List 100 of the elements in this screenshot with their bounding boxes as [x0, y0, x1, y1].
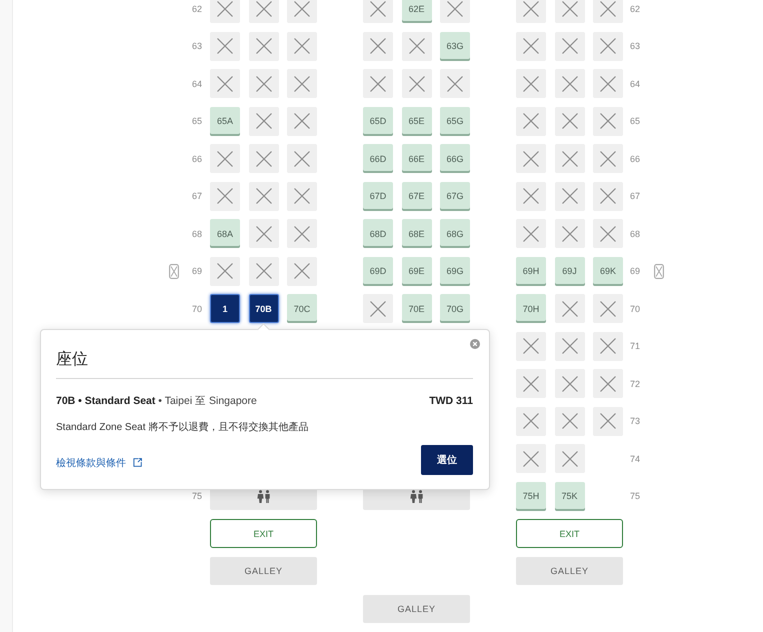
seat-button[interactable]: 66D	[363, 144, 393, 174]
seat-button[interactable]: 67E	[402, 182, 432, 211]
restroom-icon	[410, 490, 424, 503]
row-number: 72	[630, 378, 640, 389]
cross-icon	[294, 76, 310, 92]
row-number: 65	[630, 116, 640, 126]
seat-price: TWD 311	[429, 394, 473, 408]
seat-note: Standard Zone Seat 將不予以退費，且不得交換其他產品	[56, 421, 310, 435]
seat-button[interactable]: 75K	[554, 482, 584, 511]
row-number: 66	[192, 154, 202, 164]
row-number: 70	[192, 304, 202, 314]
cross-icon	[256, 38, 272, 54]
seat-button[interactable]: 69D	[363, 256, 393, 286]
cross-icon	[562, 38, 578, 54]
cross-icon	[600, 376, 616, 392]
cross-icon	[562, 0, 578, 17]
row-number: 65	[192, 116, 202, 126]
cross-icon	[562, 226, 578, 242]
external-link-icon[interactable]	[133, 458, 142, 467]
galley-block: GALLEY	[363, 594, 470, 623]
seat-button[interactable]: 66E	[402, 144, 432, 174]
seat-button[interactable]: 70G	[440, 294, 470, 324]
cross-icon	[217, 150, 233, 167]
seat-button[interactable]: 69K	[593, 256, 623, 286]
seat-button[interactable]: 69H	[516, 256, 546, 286]
cross-icon	[294, 150, 310, 167]
seat-button[interactable]: 70B	[248, 294, 278, 324]
seat-button[interactable]: 65A	[210, 106, 240, 136]
row-number: 71	[630, 341, 640, 352]
seat-button[interactable]: 65D	[363, 106, 393, 136]
cross-icon	[523, 76, 539, 92]
cross-icon	[217, 76, 233, 92]
seat-button[interactable]: 65G	[440, 106, 470, 136]
select-seat-button[interactable]: 選位	[421, 445, 473, 475]
cross-icon	[294, 0, 310, 17]
cross-icon	[447, 0, 463, 17]
cross-icon	[523, 113, 539, 130]
row-number: 68	[630, 228, 640, 239]
cross-icon	[256, 150, 272, 167]
row-number: 68	[192, 228, 202, 239]
seat-button[interactable]: 66G	[440, 144, 470, 174]
cross-icon	[294, 226, 310, 242]
cross-icon	[523, 226, 539, 242]
row-number: 63	[192, 41, 202, 52]
seat-button[interactable]: 70C	[287, 294, 317, 324]
seat-button[interactable]: 67D	[363, 182, 393, 211]
seat-button[interactable]: 68E	[402, 219, 432, 248]
cross-icon	[600, 188, 616, 204]
cross-icon	[600, 226, 616, 242]
cross-icon	[562, 376, 578, 392]
restroom-icon	[256, 490, 270, 503]
seat-button[interactable]: 63G	[440, 32, 470, 61]
cross-icon	[523, 38, 539, 54]
seat-button[interactable]: 70H	[516, 294, 546, 324]
popup-title: 座位	[56, 350, 89, 370]
cross-icon	[600, 413, 616, 430]
seat-button[interactable]: 69G	[440, 256, 470, 286]
exit-sign: EXIT	[210, 519, 317, 548]
cross-icon	[600, 338, 616, 354]
seat-button[interactable]: 70E	[402, 294, 432, 324]
cross-icon	[217, 188, 233, 204]
row-number: 62	[630, 4, 640, 14]
cross-icon	[523, 338, 539, 354]
seat-button[interactable]: 68D	[363, 219, 393, 248]
cross-icon	[523, 450, 539, 467]
cross-icon	[217, 38, 233, 54]
seat-button[interactable]: 68A	[210, 219, 240, 248]
cross-icon	[294, 188, 310, 204]
cross-icon	[256, 76, 272, 92]
cross-icon	[256, 0, 272, 17]
seat-button[interactable]: 75H	[516, 482, 546, 511]
cross-icon	[562, 188, 578, 204]
cross-icon	[600, 150, 616, 167]
seat-button[interactable]: 67G	[440, 182, 470, 211]
seat-button[interactable]: 69E	[402, 256, 432, 286]
cross-icon	[370, 38, 386, 54]
cross-icon	[523, 150, 539, 167]
row-number: 66	[630, 154, 640, 164]
row-number: 64	[192, 78, 202, 89]
cross-icon	[523, 0, 539, 17]
cross-icon	[523, 376, 539, 392]
exit-sign: EXIT	[516, 519, 623, 548]
close-icon[interactable]	[470, 339, 480, 349]
seat-button[interactable]: 65E	[402, 106, 432, 136]
seat-button[interactable]: 1	[210, 294, 240, 324]
cross-icon	[370, 76, 386, 92]
terms-link[interactable]: 檢視條款與條件	[56, 456, 126, 470]
seat-button[interactable]: 68G	[440, 219, 470, 248]
cross-icon	[562, 300, 578, 317]
row-number: 67	[192, 191, 202, 202]
cross-icon	[408, 76, 424, 92]
cross-icon	[600, 113, 616, 130]
seat-button[interactable]: 62E	[402, 0, 432, 24]
row-number: 67	[630, 191, 640, 202]
row-number: 62	[192, 4, 202, 14]
seat-button[interactable]: 69J	[554, 256, 584, 286]
cross-icon	[523, 188, 539, 204]
cross-icon	[600, 300, 616, 317]
cross-icon	[294, 113, 310, 130]
row-number: 64	[630, 78, 640, 89]
